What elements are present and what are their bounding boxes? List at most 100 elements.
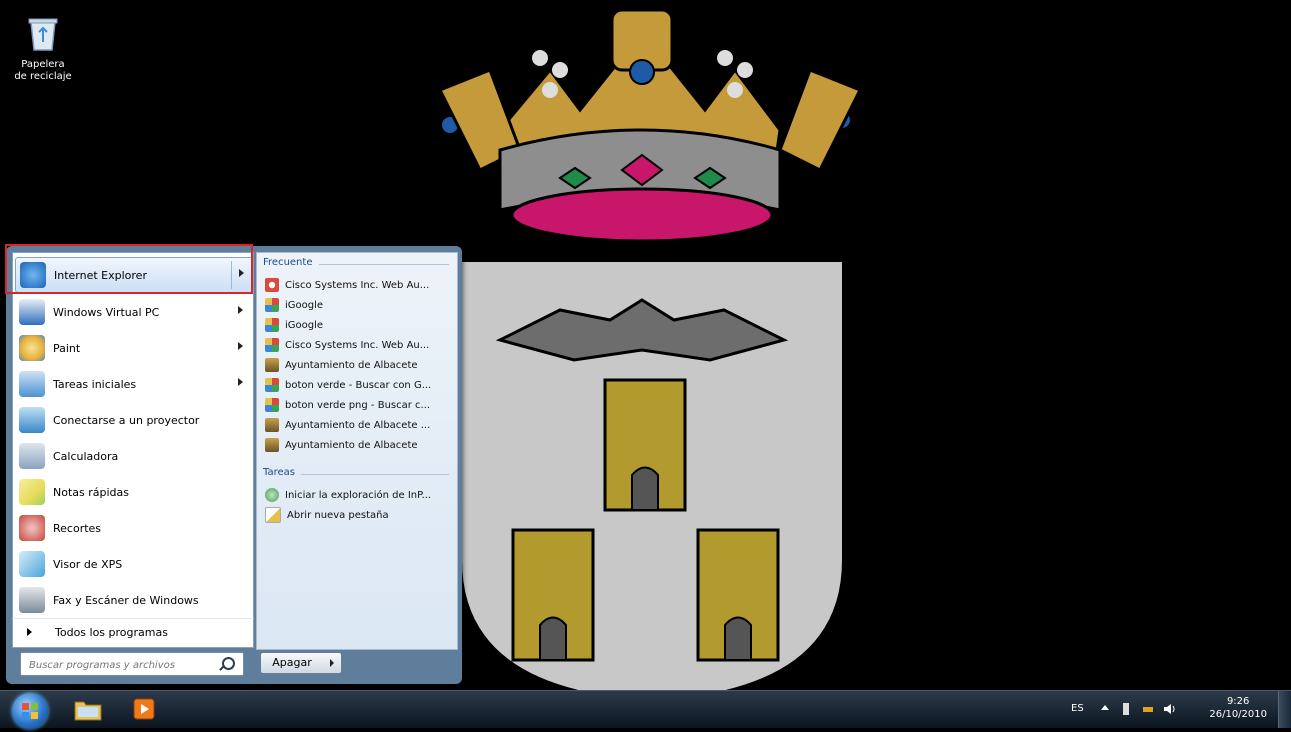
shutdown-options-button[interactable]	[323, 652, 342, 674]
jumplist-item-label: iGoogle	[285, 299, 324, 311]
virtual-pc-icon	[19, 299, 45, 325]
search-icon[interactable]	[222, 657, 235, 670]
google-icon	[265, 398, 279, 412]
start-item-label: Conectarse a un proyector	[53, 413, 200, 427]
windows-logo-icon	[22, 703, 38, 719]
clock[interactable]: 9:26 26/10/2010	[1209, 695, 1267, 721]
jumplist-pane: Frecuente Cisco Systems Inc. Web Au... i…	[256, 252, 458, 650]
jumplist-item-label: boton verde png - Buscar c...	[285, 399, 431, 411]
calculator-icon	[19, 443, 45, 469]
jumplist-item-label: Ayuntamiento de Albacete ...	[285, 419, 431, 431]
jumplist-item[interactable]: Ayuntamiento de Albacete	[265, 355, 453, 375]
start-item-notas-rapidas[interactable]: Notas rápidas	[15, 475, 251, 509]
all-programs-button[interactable]: Todos los programas	[12, 618, 254, 648]
clock-date: 26/10/2010	[1209, 709, 1267, 720]
jumplist-item-label: Ayuntamiento de Albacete	[285, 439, 418, 451]
folder-icon	[74, 701, 102, 721]
jumplist-item[interactable]: Cisco Systems Inc. Web Au...	[265, 275, 453, 295]
start-item-label: Calculadora	[53, 449, 119, 463]
start-item-label: Notas rápidas	[53, 485, 129, 499]
taskbar-media-player-button[interactable]	[128, 695, 160, 723]
start-item-label: Visor de XPS	[53, 557, 123, 571]
media-player-icon	[133, 698, 155, 720]
clock-time: 9:26	[1226, 696, 1250, 707]
albacete-crest-icon	[265, 438, 279, 452]
submenu-arrow-icon[interactable]	[238, 342, 243, 350]
sticky-notes-icon	[19, 479, 45, 505]
jumplist-item-label: Cisco Systems Inc. Web Au...	[285, 339, 430, 351]
jumplist-item[interactable]: boton verde - Buscar con G...	[265, 375, 453, 395]
start-item-paint[interactable]: Paint	[15, 331, 251, 365]
cisco-icon	[265, 278, 279, 292]
start-item-label: Recortes	[53, 521, 102, 535]
start-menu: Internet Explorer Windows Virtual PC Pai…	[6, 246, 462, 684]
snipping-tool-icon	[19, 515, 45, 541]
start-item-fax-escaner[interactable]: Fax y Escáner de Windows	[15, 583, 251, 617]
projector-icon	[19, 407, 45, 433]
system-tray: ES	[1071, 697, 1221, 723]
jumplist-item-label: boton verde - Buscar con G...	[285, 379, 432, 391]
start-item-label: Windows Virtual PC	[53, 305, 160, 319]
volume-icon[interactable]	[1163, 703, 1175, 715]
jumplist-task-label: Iniciar la exploración de InP...	[285, 489, 432, 501]
jumplist-task-label: Abrir nueva pestaña	[287, 509, 389, 521]
divider	[301, 474, 449, 475]
jumplist-item-label: iGoogle	[285, 319, 324, 331]
jumplist-item[interactable]: Cisco Systems Inc. Web Au...	[265, 335, 453, 355]
start-item-visor-xps[interactable]: Visor de XPS	[15, 547, 251, 581]
start-item-tareas-iniciales[interactable]: Tareas iniciales	[15, 367, 251, 401]
network-icon[interactable]	[1143, 707, 1153, 712]
jumplist-item[interactable]: iGoogle	[265, 295, 453, 315]
taskbar-explorer-button[interactable]	[72, 695, 104, 723]
highlight-annotation-box	[5, 244, 253, 294]
paint-icon	[19, 335, 45, 361]
divider	[319, 264, 449, 265]
google-icon	[265, 318, 279, 332]
new-tab-icon	[265, 507, 281, 523]
start-button[interactable]	[12, 693, 48, 729]
start-search-box[interactable]	[20, 652, 244, 676]
inprivate-icon	[265, 488, 279, 502]
jumplist-item[interactable]: Ayuntamiento de Albacete ...	[265, 415, 453, 435]
google-icon	[265, 338, 279, 352]
albacete-crest-icon	[265, 358, 279, 372]
getting-started-icon	[19, 371, 45, 397]
language-indicator[interactable]: ES	[1071, 703, 1084, 714]
jumplist-task[interactable]: Abrir nueva pestaña	[265, 505, 453, 525]
albacete-crest-icon	[265, 418, 279, 432]
jumplist-item-label: Ayuntamiento de Albacete	[285, 359, 418, 371]
start-item-label: Tareas iniciales	[53, 377, 137, 391]
device-icon[interactable]	[1123, 703, 1129, 715]
google-icon	[265, 298, 279, 312]
frequent-header: Frecuente	[263, 257, 313, 268]
shutdown-control: Apagar	[260, 652, 342, 674]
jumplist-item[interactable]: Ayuntamiento de Albacete	[265, 435, 453, 455]
fax-scanner-icon	[19, 587, 45, 613]
start-item-calculadora[interactable]: Calculadora	[15, 439, 251, 473]
search-input[interactable]	[27, 655, 211, 675]
jumplist-item[interactable]: iGoogle	[265, 315, 453, 335]
google-icon	[265, 378, 279, 392]
start-menu-programs-pane: Internet Explorer Windows Virtual PC Pai…	[12, 252, 254, 622]
start-item-recortes[interactable]: Recortes	[15, 511, 251, 545]
shutdown-button[interactable]: Apagar	[260, 652, 324, 674]
start-item-windows-virtual-pc[interactable]: Windows Virtual PC	[15, 295, 251, 329]
start-item-label: Paint	[53, 341, 81, 355]
taskbar: ES 9:26 26/10/2010	[0, 690, 1291, 729]
submenu-arrow-icon[interactable]	[238, 378, 243, 386]
all-programs-label: Todos los programas	[55, 626, 168, 639]
show-desktop-button[interactable]	[1278, 691, 1291, 728]
submenu-arrow-icon[interactable]	[238, 306, 243, 314]
recycle-bin-icon	[28, 18, 58, 51]
tasks-header: Tareas	[263, 467, 295, 478]
jumplist-task[interactable]: Iniciar la exploración de InP...	[265, 485, 453, 505]
jumplist-item[interactable]: boton verde png - Buscar c...	[265, 395, 453, 415]
expand-arrow-icon	[27, 628, 32, 636]
show-hidden-icons-icon[interactable]	[1101, 705, 1109, 710]
start-item-label: Fax y Escáner de Windows	[53, 593, 199, 607]
recycle-bin-label: Papelera de reciclaje	[14, 59, 72, 82]
jumplist-item-label: Cisco Systems Inc. Web Au...	[285, 279, 430, 291]
start-item-conectarse-proyector[interactable]: Conectarse a un proyector	[15, 403, 251, 437]
desktop-icon-recycle-bin[interactable]: Papelera de reciclaje	[14, 14, 72, 83]
xps-viewer-icon	[19, 551, 45, 577]
